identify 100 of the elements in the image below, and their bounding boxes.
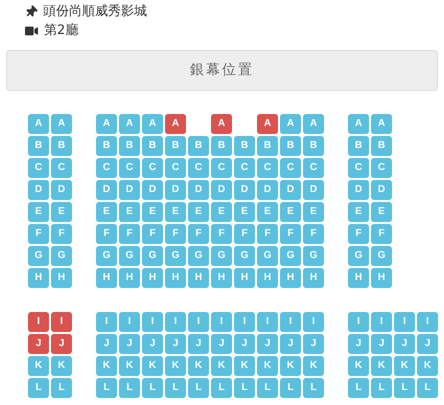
seat-button[interactable]: F [348, 224, 369, 244]
seat-button[interactable]: B [165, 136, 186, 156]
seat-button[interactable]: I [119, 312, 140, 332]
seat-button[interactable]: B [96, 136, 117, 156]
seat-button[interactable]: I [188, 312, 209, 332]
seat-button[interactable]: J [51, 334, 72, 354]
seat-button[interactable]: L [142, 378, 163, 398]
seat-button[interactable]: E [188, 202, 209, 222]
seat-button[interactable]: G [51, 246, 72, 266]
seat-button[interactable]: E [119, 202, 140, 222]
seat-button[interactable]: F [96, 224, 117, 244]
seat-button[interactable]: K [303, 356, 324, 376]
seat-button[interactable]: A [165, 114, 186, 134]
seat-button[interactable]: A [142, 114, 163, 134]
seat-button[interactable]: J [234, 334, 255, 354]
seat-button[interactable]: J [257, 334, 278, 354]
seat-button[interactable]: B [28, 136, 49, 156]
seat-button[interactable]: C [96, 158, 117, 178]
seat-button[interactable]: C [119, 158, 140, 178]
seat-button[interactable]: J [96, 334, 117, 354]
seat-button[interactable]: J [142, 334, 163, 354]
seat-button[interactable]: B [303, 136, 324, 156]
seat-button[interactable]: B [257, 136, 278, 156]
seat-button[interactable]: L [348, 378, 369, 398]
seat-button[interactable]: G [280, 246, 301, 266]
seat-button[interactable]: K [371, 356, 392, 376]
seat-button[interactable]: E [280, 202, 301, 222]
seat-button[interactable]: K [348, 356, 369, 376]
seat-button[interactable]: D [51, 180, 72, 200]
seat-button[interactable]: F [119, 224, 140, 244]
seat-button[interactable]: G [211, 246, 232, 266]
seat-button[interactable]: J [188, 334, 209, 354]
seat-button[interactable]: A [119, 114, 140, 134]
seat-button[interactable]: L [371, 378, 392, 398]
seat-button[interactable]: A [211, 114, 232, 134]
seat-button[interactable]: E [257, 202, 278, 222]
seat-button[interactable]: H [165, 268, 186, 288]
seat-button[interactable]: D [119, 180, 140, 200]
seat-button[interactable]: L [394, 378, 415, 398]
seat-button[interactable]: J [371, 334, 392, 354]
seat-button[interactable]: J [280, 334, 301, 354]
seat-button[interactable]: F [371, 224, 392, 244]
seat-button[interactable]: C [234, 158, 255, 178]
seat-button[interactable]: K [417, 356, 438, 376]
seat-button[interactable]: G [303, 246, 324, 266]
seat-button[interactable]: L [280, 378, 301, 398]
seat-button[interactable]: D [96, 180, 117, 200]
seat-button[interactable]: C [142, 158, 163, 178]
seat-button[interactable]: D [348, 180, 369, 200]
seat-button[interactable]: K [119, 356, 140, 376]
seat-button[interactable]: C [303, 158, 324, 178]
seat-button[interactable]: G [96, 246, 117, 266]
seat-button[interactable]: H [371, 268, 392, 288]
seat-button[interactable]: L [211, 378, 232, 398]
seat-button[interactable]: J [348, 334, 369, 354]
seat-button[interactable]: C [348, 158, 369, 178]
seat-button[interactable]: G [348, 246, 369, 266]
seat-button[interactable]: A [257, 114, 278, 134]
seat-button[interactable]: C [188, 158, 209, 178]
seat-button[interactable]: C [257, 158, 278, 178]
seat-button[interactable]: B [51, 136, 72, 156]
seat-button[interactable]: E [303, 202, 324, 222]
seat-button[interactable]: B [348, 136, 369, 156]
seat-button[interactable]: J [394, 334, 415, 354]
seat-button[interactable]: I [417, 312, 438, 332]
seat-button[interactable]: I [234, 312, 255, 332]
seat-button[interactable]: G [28, 246, 49, 266]
seat-button[interactable]: J [303, 334, 324, 354]
seat-button[interactable]: K [234, 356, 255, 376]
seat-button[interactable]: A [371, 114, 392, 134]
seat-button[interactable]: F [188, 224, 209, 244]
seat-button[interactable]: I [257, 312, 278, 332]
seat-button[interactable]: J [417, 334, 438, 354]
seat-button[interactable]: B [188, 136, 209, 156]
seat-button[interactable]: C [51, 158, 72, 178]
seat-button[interactable]: B [211, 136, 232, 156]
seat-button[interactable]: G [371, 246, 392, 266]
seat-button[interactable]: F [257, 224, 278, 244]
seat-button[interactable]: I [394, 312, 415, 332]
seat-button[interactable]: D [211, 180, 232, 200]
seat-button[interactable]: C [28, 158, 49, 178]
seat-button[interactable]: D [371, 180, 392, 200]
seat-button[interactable]: F [211, 224, 232, 244]
seat-button[interactable]: F [28, 224, 49, 244]
seat-button[interactable]: E [142, 202, 163, 222]
seat-button[interactable]: J [28, 334, 49, 354]
seat-button[interactable]: I [303, 312, 324, 332]
seat-button[interactable]: H [280, 268, 301, 288]
seat-button[interactable]: E [51, 202, 72, 222]
seat-button[interactable]: A [348, 114, 369, 134]
seat-button[interactable]: D [234, 180, 255, 200]
seat-button[interactable]: H [119, 268, 140, 288]
seat-button[interactable]: F [51, 224, 72, 244]
seat-button[interactable]: H [211, 268, 232, 288]
seat-button[interactable]: C [371, 158, 392, 178]
seat-button[interactable]: A [51, 114, 72, 134]
seat-button[interactable]: L [28, 378, 49, 398]
seat-button[interactable]: K [142, 356, 163, 376]
seat-button[interactable]: H [51, 268, 72, 288]
seat-button[interactable]: E [28, 202, 49, 222]
